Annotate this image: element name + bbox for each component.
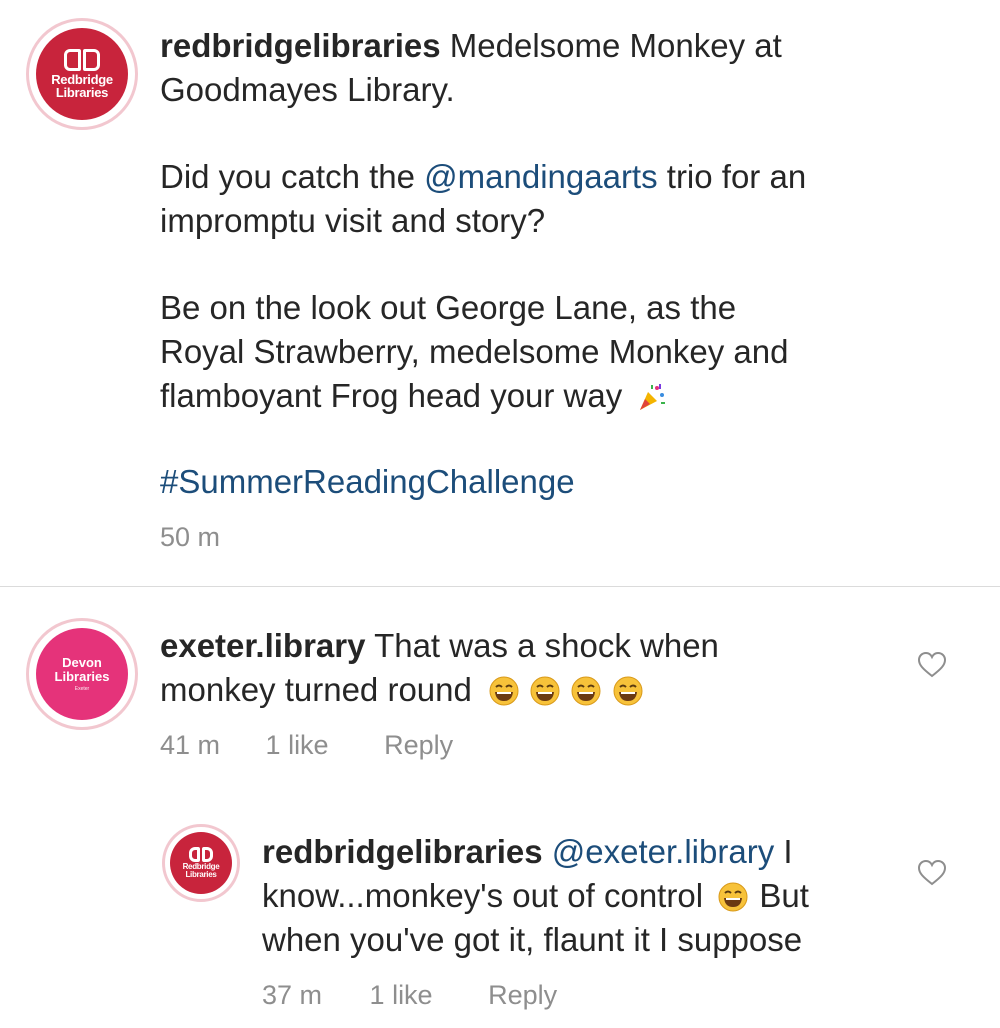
laughing-face-icon	[571, 676, 601, 706]
mention-link[interactable]: @exeter.library	[552, 833, 774, 870]
emoji-group	[489, 671, 645, 708]
mention-link[interactable]: @mandingaarts	[424, 158, 657, 195]
avatar[interactable]: Redbridge Libraries	[26, 18, 138, 130]
reply-button[interactable]: Reply	[384, 730, 453, 761]
reply-text: redbridgelibraries @exeter.library I kno…	[262, 833, 809, 958]
likes-count[interactable]: 1 like	[370, 980, 433, 1011]
party-popper-icon	[640, 384, 666, 410]
laughing-face-icon	[613, 676, 643, 706]
laughing-face-icon	[718, 882, 748, 912]
avatar[interactable]: Redbridge Libraries	[162, 824, 240, 902]
hashtag-link[interactable]: #SummerReadingChallenge	[160, 460, 575, 504]
post-caption: redbridgelibraries Medelsome Monkey at G…	[160, 27, 782, 108]
comment-meta: 41 m 1 like Reply	[160, 730, 453, 761]
comment-timestamp: 37 m	[262, 980, 323, 1010]
post-paragraph-2: Did you catch the @mandingaarts trio for…	[160, 158, 807, 239]
username[interactable]: redbridgelibraries	[160, 27, 441, 64]
laughing-face-icon	[530, 676, 560, 706]
redbridge-logo: Redbridge Libraries	[170, 832, 232, 894]
divider	[0, 586, 1000, 587]
avatar[interactable]: Devon Libraries Exeter	[26, 618, 138, 730]
reply-button[interactable]: Reply	[488, 980, 557, 1011]
post-paragraph-3: Be on the look out George Lane, as the R…	[160, 289, 789, 414]
comment-timestamp: 41 m	[160, 730, 221, 760]
username[interactable]: redbridgelibraries	[262, 833, 543, 870]
devon-libraries-logo: Devon Libraries Exeter	[36, 628, 128, 720]
post-timestamp: 50 m	[160, 522, 221, 552]
heart-outline-icon[interactable]	[917, 858, 947, 888]
comment-text: exeter.library That was a shock when mon…	[160, 627, 719, 708]
heart-outline-icon[interactable]	[917, 650, 947, 680]
book-icon	[63, 49, 101, 72]
username[interactable]: exeter.library	[160, 627, 365, 664]
comment-meta: 37 m 1 like Reply	[262, 980, 557, 1011]
laughing-face-icon	[489, 676, 519, 706]
likes-count[interactable]: 1 like	[266, 730, 329, 761]
redbridge-logo: Redbridge Libraries	[36, 28, 128, 120]
book-icon	[188, 846, 214, 862]
